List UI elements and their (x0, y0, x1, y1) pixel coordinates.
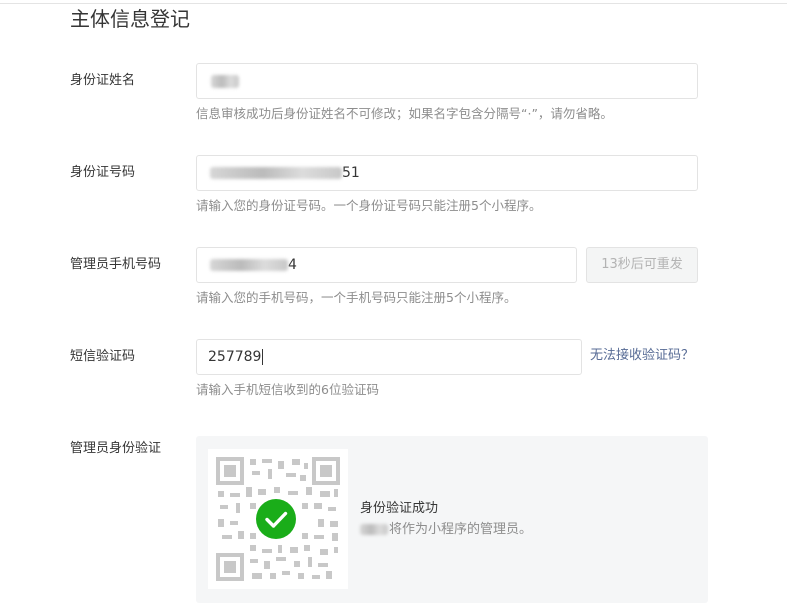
phone-input[interactable]: 4 (196, 247, 577, 283)
verify-status-desc-text: 将作为小程序的管理员。 (389, 522, 533, 537)
name-input[interactable] (196, 63, 698, 99)
sms-code-value: 257789 (208, 349, 262, 365)
redacted-phone (210, 259, 288, 271)
id-number-hint: 请输入您的身份证号码。一个身份证号码只能注册5个小程序。 (196, 198, 542, 213)
text-caret (262, 349, 264, 365)
resend-code-button[interactable]: 13秒后可重发 (586, 247, 698, 283)
identity-verify-label: 管理员身份验证 (70, 441, 162, 456)
phone-hint: 请输入您的手机号码，一个手机号码只能注册5个小程序。 (196, 290, 517, 305)
sms-code-hint: 请输入手机短信收到的6位验证码 (196, 382, 379, 397)
sms-code-input[interactable]: 257789 (196, 339, 582, 375)
page-title: 主体信息登记 (70, 7, 190, 31)
id-number-visible-part: 51 (342, 165, 360, 181)
redacted-admin-name (360, 524, 388, 535)
verify-status-title: 身份验证成功 (360, 501, 439, 516)
name-hint: 信息审核成功后身份证姓名不可修改；如果名字包含分隔号“·”，请勿省略。 (196, 106, 613, 121)
name-label: 身份证姓名 (70, 73, 136, 88)
top-divider (0, 3, 787, 4)
phone-label: 管理员手机号码 (70, 257, 162, 272)
id-number-label: 身份证号码 (70, 165, 136, 180)
redacted-id-number (210, 167, 342, 179)
cannot-receive-code-link[interactable]: 无法接收验证码？ (590, 347, 694, 365)
success-check-icon (256, 499, 296, 539)
phone-visible-part: 4 (288, 257, 297, 273)
verify-status-desc: 将作为小程序的管理员。 (360, 521, 532, 539)
redacted-name (211, 74, 239, 88)
id-number-input[interactable]: 51 (196, 155, 698, 191)
sms-code-label: 短信验证码 (70, 349, 136, 364)
